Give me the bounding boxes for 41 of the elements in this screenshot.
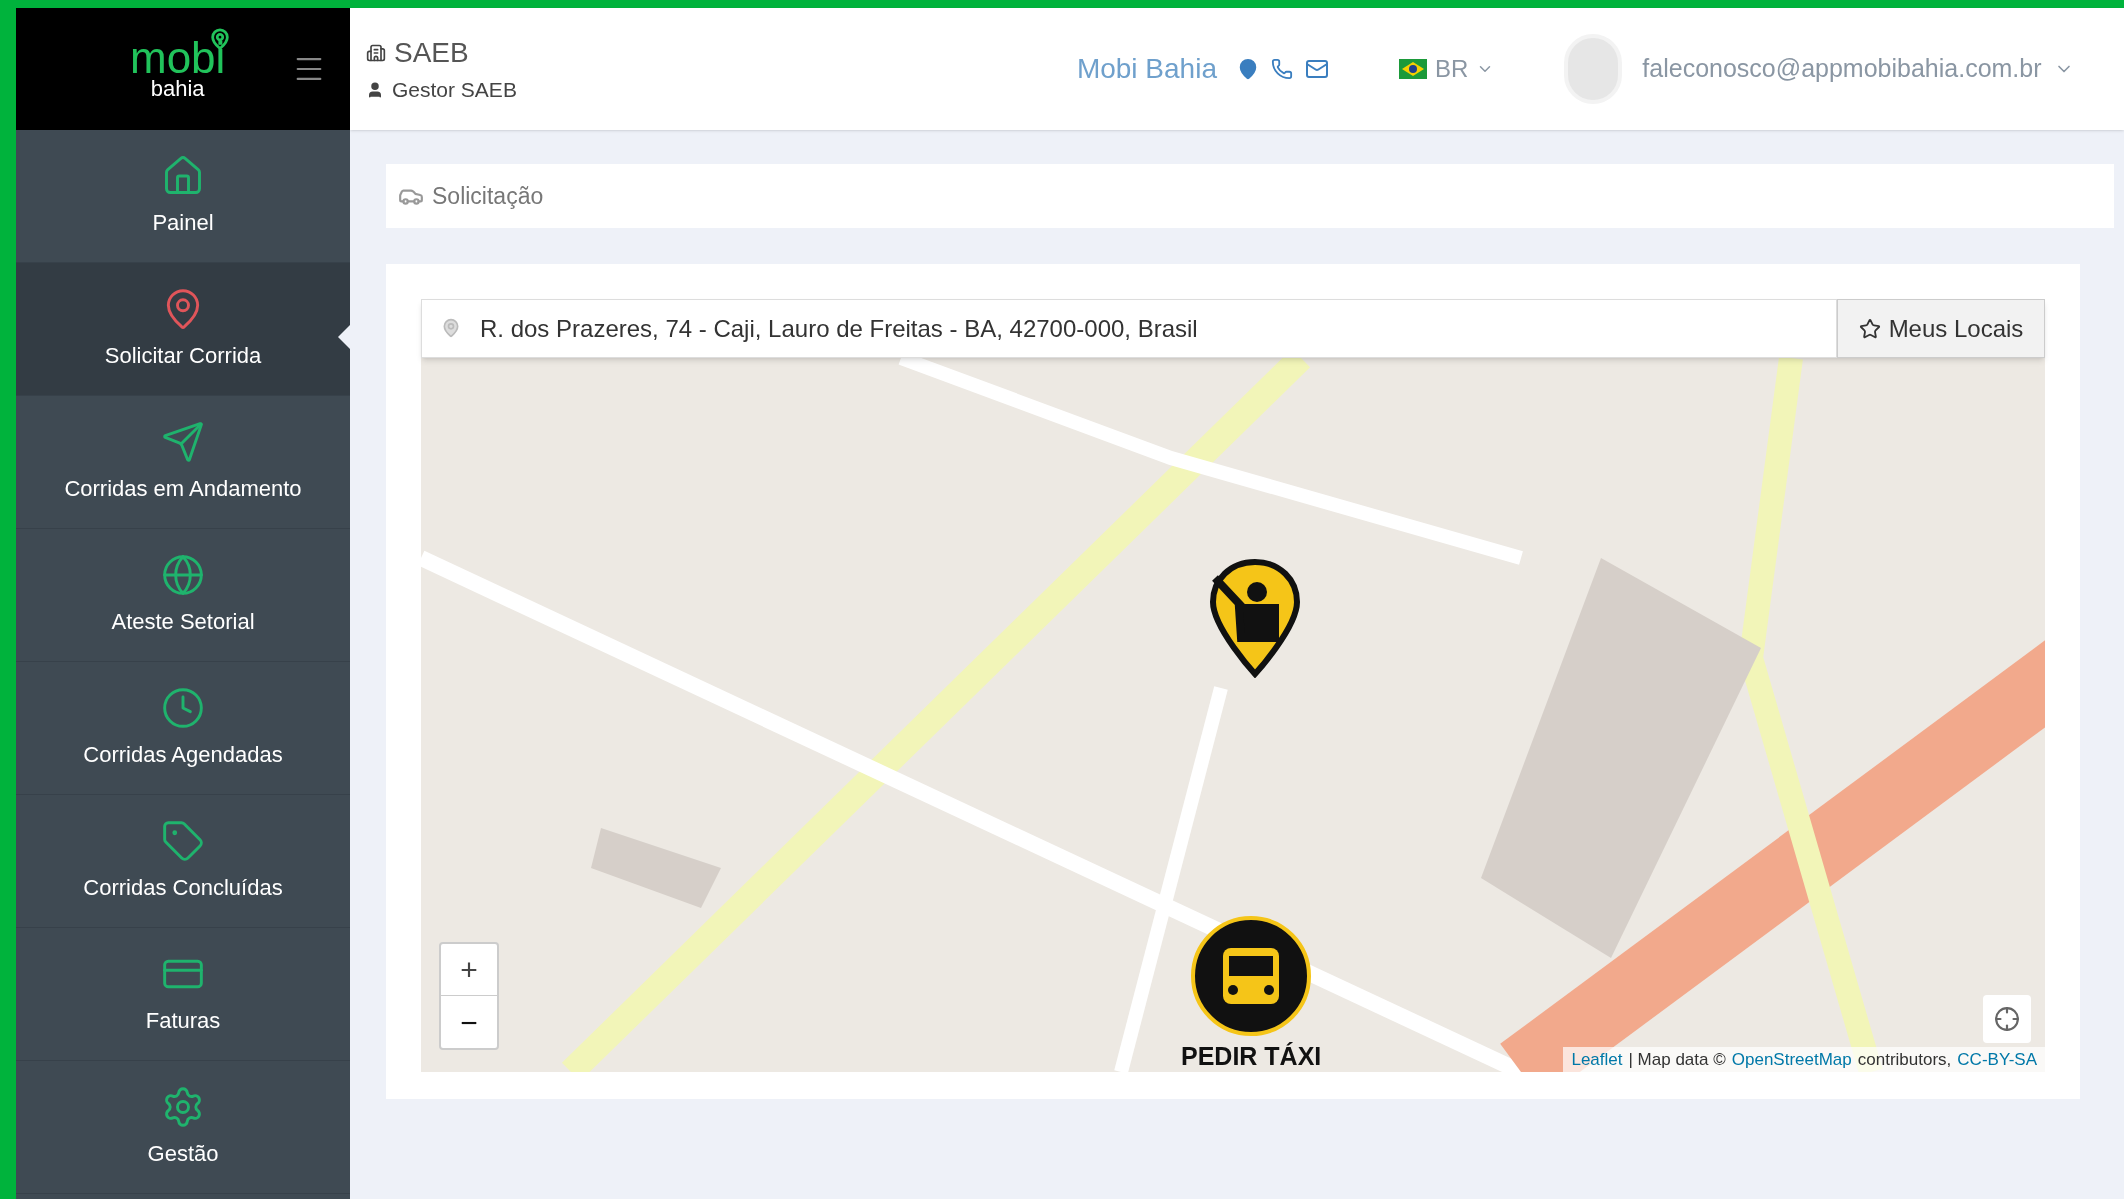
- company-name: SAEB: [394, 36, 469, 71]
- brand-name: Mobi Bahia: [1076, 52, 1217, 86]
- my-places-button[interactable]: Meus Locais: [1837, 299, 2045, 358]
- mail-icon[interactable]: [1305, 57, 1329, 81]
- sidebar-item-label: Corridas Agendadas: [83, 740, 283, 769]
- taxi-icon: [1189, 914, 1314, 1038]
- locate-button[interactable]: [1983, 995, 2031, 1043]
- tag-icon: [161, 818, 205, 863]
- attribution-text: | Map data ©: [1628, 1048, 1726, 1071]
- paper-plane-icon: [161, 419, 205, 464]
- map-pin-icon[interactable]: [1237, 58, 1259, 80]
- logo-subword: bahia: [150, 78, 205, 100]
- zoom-in-button[interactable]: +: [441, 944, 497, 996]
- phone-icon[interactable]: [1271, 58, 1293, 80]
- sidebar-item-label: Corridas em Andamento: [64, 474, 302, 503]
- attribution-link[interactable]: CC-BY-SA: [1957, 1046, 2037, 1072]
- user-icon: [366, 81, 384, 99]
- sidebar-item-label: Faturas: [145, 1006, 221, 1035]
- sidebar-item-label: Ateste Setorial: [111, 607, 255, 636]
- map[interactable]: + − PEDIR TÁXI Leaflet | Map data © OpenStreetMap contributors, CC-BY-SA: [421, 358, 2045, 1072]
- locate-icon: [1994, 1006, 2020, 1032]
- zoom-out-button[interactable]: −: [441, 996, 497, 1048]
- globe-icon: [161, 552, 205, 597]
- sidebar-item-label: Solicitar Corrida: [104, 341, 262, 370]
- clock-icon: [161, 685, 205, 730]
- attribution-link[interactable]: OpenStreetMap: [1731, 1046, 1852, 1072]
- attribution-link[interactable]: Leaflet: [1571, 1046, 1623, 1072]
- taxi-request-button[interactable]: PEDIR TÁXI: [1181, 914, 1322, 1072]
- sidebar-item-label: Gestão: [147, 1139, 219, 1168]
- address-field[interactable]: R. dos Prazeres, 74 - Caji, Lauro de Freitas - BA, 42700-000, Brasil: [421, 299, 1837, 358]
- map-pin-icon: [441, 318, 461, 338]
- attribution-text: contributors,: [1857, 1048, 1952, 1071]
- logo-word: mobi: [130, 38, 226, 78]
- star-icon: [1858, 317, 1881, 340]
- role-label: Gestor SAEB: [392, 77, 517, 104]
- sidebar-item-label: Corridas Concluídas: [83, 873, 283, 902]
- sidebar-item-label: Painel: [152, 208, 214, 237]
- building-icon: [366, 43, 386, 64]
- breadcrumb-label: Solicitação: [432, 181, 544, 211]
- sidebar-item[interactable]: Solicitar Corrida: [16, 263, 350, 396]
- flag-icon: [1399, 59, 1427, 79]
